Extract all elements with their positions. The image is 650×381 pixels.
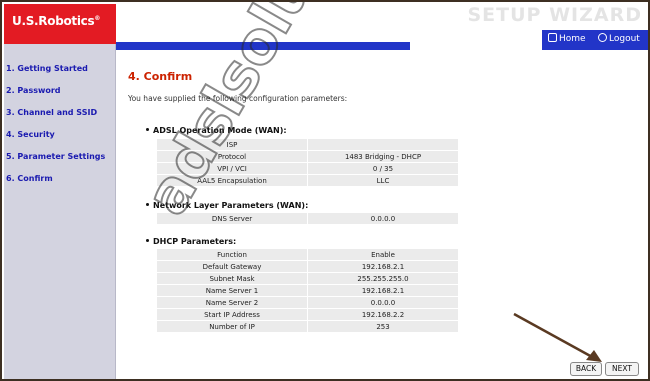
table-row: Subnet Mask 255.255.255.0 <box>157 273 458 284</box>
table-key: Function <box>157 249 307 260</box>
table-key: Protocol <box>157 151 307 162</box>
table-row: ISP <box>157 139 458 150</box>
sidebar-item-getting-started[interactable]: 1. Getting Started <box>6 64 88 73</box>
sidebar-item-confirm[interactable]: 6. Confirm <box>6 174 53 183</box>
table-row: VPI / VCI 0 / 35 <box>157 163 458 174</box>
sidebar-item-password[interactable]: 2. Password <box>6 86 61 95</box>
next-button[interactable]: NEXT <box>605 362 639 376</box>
bullet-icon <box>146 203 149 206</box>
home-link[interactable]: Home <box>548 33 586 44</box>
table-row: Name Server 1 192.168.2.1 <box>157 285 458 296</box>
table-value: 192.168.2.1 <box>308 261 458 272</box>
table-key: Name Server 1 <box>157 285 307 296</box>
home-label: Home <box>559 34 586 44</box>
header-accent-bar <box>116 42 410 50</box>
table-key: Default Gateway <box>157 261 307 272</box>
table-value <box>308 139 458 150</box>
table-row: Start IP Address 192.168.2.2 <box>157 309 458 320</box>
section-heading-text: Network Layer Parameters (WAN): <box>153 201 309 210</box>
table-value: Enable <box>308 249 458 260</box>
back-button[interactable]: BACK <box>570 362 602 376</box>
section-heading-adsl: ADSL Operation Mode (WAN): <box>146 126 287 135</box>
table-row: Function Enable <box>157 249 458 260</box>
table-row: Name Server 2 0.0.0.0 <box>157 297 458 308</box>
wizard-title: SETUP WIZARD <box>467 4 642 26</box>
page-title: 4. Confirm <box>128 70 193 83</box>
logout-label: Logout <box>609 34 640 44</box>
intro-text: You have supplied the following configur… <box>128 94 348 103</box>
bullet-icon <box>146 239 149 242</box>
logo-box: U.S.Robotics® <box>4 4 116 44</box>
table-value: 0 / 35 <box>308 163 458 174</box>
table-key: Name Server 2 <box>157 297 307 308</box>
network-table: DNS Server 0.0.0.0 <box>156 212 459 225</box>
adsl-table: ISP Protocol 1483 Bridging - DHCP VPI / V… <box>156 138 459 187</box>
section-heading-text: DHCP Parameters: <box>153 237 237 246</box>
home-icon <box>548 33 557 42</box>
section-heading-network: Network Layer Parameters (WAN): <box>146 201 308 210</box>
sidebar: 1. Getting Started 2. Password 3. Channe… <box>4 44 116 379</box>
table-row: Number of IP 253 <box>157 321 458 332</box>
table-key: Number of IP <box>157 321 307 332</box>
table-value: LLC <box>308 175 458 186</box>
table-value: 0.0.0.0 <box>308 213 458 224</box>
setup-wizard-window: U.S.Robotics® SETUP WIZARD Home Logout 1… <box>0 0 650 381</box>
table-value: 192.168.2.1 <box>308 285 458 296</box>
table-key: AAL5 Encapsulation <box>157 175 307 186</box>
table-value: 192.168.2.2 <box>308 309 458 320</box>
table-value: 0.0.0.0 <box>308 297 458 308</box>
table-key: Start IP Address <box>157 309 307 320</box>
section-heading-dhcp: DHCP Parameters: <box>146 237 236 246</box>
section-heading-text: ADSL Operation Mode (WAN): <box>153 126 287 135</box>
table-value: 255.255.255.0 <box>308 273 458 284</box>
table-key: Subnet Mask <box>157 273 307 284</box>
table-key: ISP <box>157 139 307 150</box>
table-key: DNS Server <box>157 213 307 224</box>
logout-icon <box>598 33 607 42</box>
table-row: DNS Server 0.0.0.0 <box>157 213 458 224</box>
logout-link[interactable]: Logout <box>598 33 640 44</box>
usrobotics-logo: U.S.Robotics® <box>12 14 101 28</box>
main-content: 4. Confirm You have supplied the followi… <box>116 50 648 379</box>
table-key: VPI / VCI <box>157 163 307 174</box>
table-row: Default Gateway 192.168.2.1 <box>157 261 458 272</box>
bullet-icon <box>146 128 149 131</box>
sidebar-item-parameter-settings[interactable]: 5. Parameter Settings <box>6 152 105 161</box>
sidebar-item-security[interactable]: 4. Security <box>6 130 55 139</box>
table-value: 1483 Bridging - DHCP <box>308 151 458 162</box>
top-nav: Home Logout <box>542 30 648 50</box>
table-row: AAL5 Encapsulation LLC <box>157 175 458 186</box>
sidebar-item-channel-ssid[interactable]: 3. Channel and SSID <box>6 108 97 117</box>
table-row: Protocol 1483 Bridging - DHCP <box>157 151 458 162</box>
table-value: 253 <box>308 321 458 332</box>
dhcp-table: Function Enable Default Gateway 192.168.2.… <box>156 248 459 333</box>
